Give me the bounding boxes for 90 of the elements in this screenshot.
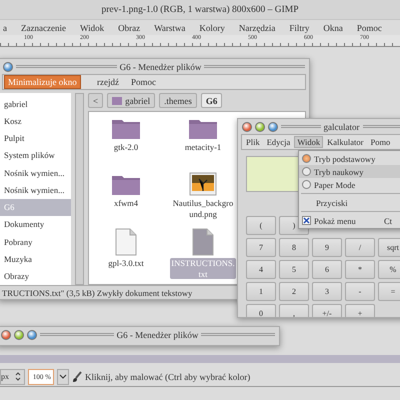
sidebar-item[interactable]: Dokumenty: [0, 216, 71, 234]
calculator-display: [246, 156, 299, 192]
calculator-key[interactable]: 0: [246, 304, 276, 317]
radio-button[interactable]: [302, 167, 311, 176]
sidebar-item[interactable]: Nośnik wymien...: [0, 164, 71, 182]
close-button[interactable]: [1, 330, 11, 340]
image-thumbnail-icon: [189, 172, 217, 196]
brush-icon: [72, 370, 82, 382]
maximize-button[interactable]: [14, 330, 24, 340]
menu-item[interactable]: Tryb podstawowy: [299, 152, 400, 165]
menu-item[interactable]: Kalkulator: [324, 136, 366, 148]
menu-item[interactable]: Obraz: [115, 22, 144, 34]
calculator-key[interactable]: 9: [312, 238, 342, 257]
status-message: Kliknij, aby malować (Ctrl aby wybrać kolor): [85, 372, 250, 382]
menu-item[interactable]: Zaznaczenie: [18, 22, 69, 34]
radio-button[interactable]: [302, 180, 311, 189]
calculator-key[interactable]: ,: [279, 304, 309, 317]
pane-handle[interactable]: [0, 355, 400, 363]
calculator-key[interactable]: 1: [246, 282, 276, 301]
sidebar-item[interactable]: Nośnik wymien...: [0, 181, 71, 199]
tooltip: Minimalizuje okno: [4, 75, 81, 89]
dropdown-button[interactable]: [57, 368, 69, 384]
window-title: G6 - Menedżer plików: [116, 330, 198, 340]
menu-item[interactable]: Warstwa: [151, 22, 188, 34]
calculator-key[interactable]: =: [378, 282, 400, 301]
calculator-key[interactable]: sqrt: [378, 238, 400, 257]
calculator-key[interactable]: (: [246, 216, 276, 235]
menu-item[interactable]: Pokaż menu Ct: [299, 214, 400, 227]
menu-item[interactable]: Plik: [243, 136, 263, 148]
caret-icon: [59, 374, 67, 380]
calculator-key[interactable]: /: [345, 238, 375, 257]
minimize-button[interactable]: [27, 330, 37, 340]
file-name[interactable]: gtk-2.0: [112, 142, 140, 153]
back-button[interactable]: <: [88, 93, 104, 108]
calculator-key[interactable]: 8: [279, 238, 309, 257]
menu-item[interactable]: Pomo: [367, 136, 394, 148]
document-icon: [192, 228, 214, 256]
menu-item[interactable]: Przyciski: [299, 196, 400, 209]
calculator-key[interactable]: *: [345, 260, 375, 279]
spinner-arrows-icon: [15, 372, 21, 381]
calculator-key[interactable]: 5: [279, 260, 309, 279]
sidebar-item[interactable]: Obrazy: [0, 268, 71, 285]
window-title: prev-1.png-1.0 (RGB, 1 warstwa) 800x600 – GIMP: [0, 0, 400, 20]
file-name[interactable]: Nautilus_background.png: [170, 198, 236, 220]
calculator-key[interactable]: 4: [246, 260, 276, 279]
sidebar-item[interactable]: Pulpit: [0, 130, 71, 147]
sidebar-item[interactable]: System plików: [0, 146, 71, 164]
menu-item[interactable]: Okna: [320, 22, 346, 34]
window-title: G6 - Menedżer plików: [120, 62, 202, 72]
menu-item[interactable]: Edycja: [264, 136, 294, 148]
menu-item[interactable]: Widok: [76, 22, 108, 34]
menu-item[interactable]: Narzędzia: [236, 22, 278, 34]
menu-item[interactable]: a: [0, 22, 10, 34]
sidebar-item[interactable]: Muzyka: [0, 250, 71, 268]
minimize-button[interactable]: [3, 62, 13, 72]
close-button[interactable]: [242, 122, 252, 132]
scrollbar[interactable]: [75, 93, 84, 285]
calculator-key[interactable]: +: [345, 304, 375, 317]
sidebar-item[interactable]: Pobrany: [0, 233, 71, 250]
file-name[interactable]: xfwm4: [112, 198, 140, 209]
radio-button[interactable]: [302, 154, 311, 163]
file-name[interactable]: metacity-1: [184, 142, 222, 153]
document-icon: [115, 228, 137, 256]
window-title: galculator: [324, 122, 360, 132]
calculator-key[interactable]: 6: [312, 260, 342, 279]
path-button[interactable]: G6: [200, 93, 222, 108]
calculator-key[interactable]: 3: [312, 282, 342, 301]
minimize-button[interactable]: [268, 122, 278, 132]
calculator-key[interactable]: 2: [279, 282, 309, 301]
menu-item[interactable]: Kolory: [196, 22, 228, 34]
unit-spinner[interactable]: px: [0, 368, 25, 384]
maximize-button[interactable]: [255, 122, 265, 132]
file-name[interactable]: gpl-3.0.txt: [107, 258, 145, 269]
path-button[interactable]: .themes: [159, 93, 197, 108]
menu-item[interactable]: Pomoc: [128, 76, 159, 88]
folder-icon: [112, 96, 122, 104]
checkbox[interactable]: [302, 216, 311, 225]
menu-item[interactable]: Pomoc: [354, 22, 385, 34]
menu-item[interactable]: rzejdź: [94, 76, 122, 88]
calculator-key[interactable]: -: [345, 282, 375, 301]
sidebar-item[interactable]: gabriel: [0, 95, 71, 112]
menu-item[interactable]: Widok: [294, 136, 324, 148]
menu-item[interactable]: Tryb naukowy: [299, 165, 400, 178]
menu-item[interactable]: Filtry: [286, 22, 312, 34]
path-button[interactable]: gabriel: [107, 93, 156, 108]
menu-item[interactable]: Paper Mode: [299, 178, 400, 191]
calculator-key[interactable]: +/-: [312, 304, 342, 317]
calculator-key[interactable]: %: [378, 260, 400, 279]
sidebar-item[interactable]: Kosz: [0, 112, 71, 130]
calculator-key[interactable]: 7: [246, 238, 276, 257]
